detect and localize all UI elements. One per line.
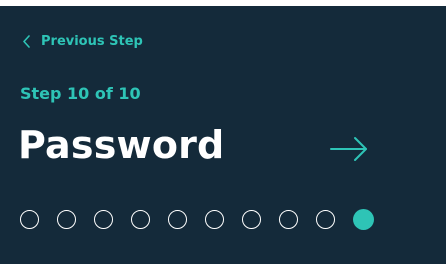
progress-dot[interactable] bbox=[316, 210, 335, 229]
progress-dot[interactable] bbox=[131, 210, 150, 229]
chevron-left-icon bbox=[22, 35, 31, 48]
progress-dot[interactable] bbox=[279, 210, 298, 229]
progress-dot[interactable] bbox=[242, 210, 261, 229]
previous-step-label: Previous Step bbox=[41, 34, 143, 49]
progress-dot[interactable] bbox=[168, 210, 187, 229]
progress-dot[interactable] bbox=[205, 210, 224, 229]
arrow-right-icon bbox=[328, 133, 370, 165]
step-counter: Step 10 of 10 bbox=[20, 84, 141, 103]
next-step-button[interactable] bbox=[328, 133, 370, 165]
progress-dot[interactable] bbox=[94, 210, 113, 229]
step-panel: Previous Step Step 10 of 10 Password bbox=[0, 6, 446, 264]
progress-dot[interactable] bbox=[353, 209, 374, 230]
progress-dot[interactable] bbox=[57, 210, 76, 229]
progress-dots bbox=[20, 209, 374, 230]
page-title: Password bbox=[18, 123, 225, 167]
previous-step-link[interactable]: Previous Step bbox=[22, 34, 143, 49]
progress-dot[interactable] bbox=[20, 210, 39, 229]
